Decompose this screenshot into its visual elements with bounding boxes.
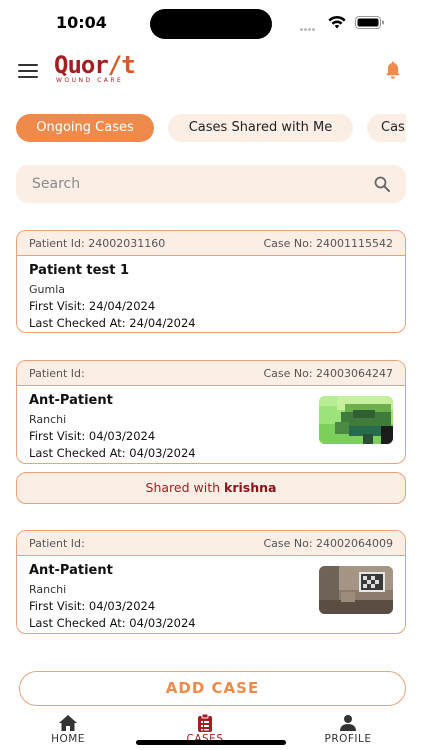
patient-name: Patient test 1 <box>29 263 129 278</box>
patient-location: Gumla <box>29 283 66 296</box>
case-card-header: Patient Id: Case No: 24003064247 <box>17 361 405 386</box>
patient-id: Patient Id: 24002031160 <box>29 236 166 250</box>
tab-cases-overflow[interactable]: Cas <box>367 114 406 142</box>
nav-profile[interactable]: PROFILE <box>298 714 398 745</box>
patient-id: Patient Id: <box>29 536 85 550</box>
status-time: 10:04 <box>56 13 107 32</box>
shared-with-user: krishna <box>224 480 277 495</box>
home-icon <box>59 715 77 731</box>
last-checked: Last Checked At: 24/04/2024 <box>29 316 196 330</box>
case-card-header: Patient Id: 24002031160 Case No: 2400111… <box>17 231 405 256</box>
hamburger-menu-icon[interactable] <box>18 64 38 78</box>
dynamic-island <box>150 9 272 39</box>
nav-home[interactable]: HOME <box>18 714 118 745</box>
add-case-button[interactable]: ADD CASE <box>19 671 406 706</box>
search-input[interactable] <box>32 165 362 203</box>
battery-icon <box>355 16 384 29</box>
patient-id: Patient Id: <box>29 366 85 380</box>
clipboard-icon <box>198 714 212 732</box>
case-number: Case No: 24003064247 <box>263 366 393 380</box>
case-card-body: Ant-Patient Ranchi First Visit: 04/03/20… <box>17 386 405 462</box>
shared-with-label: Shared with <box>145 480 221 495</box>
wound-image-thumbnail[interactable] <box>319 566 393 614</box>
quorit-logo: Quor/t WOUND CARE <box>54 51 136 84</box>
app-header: Quor/t WOUND CARE <box>0 48 422 92</box>
case-filter-tabs: Ongoing Cases Cases Shared with Me Cas <box>0 114 406 144</box>
case-card-body: Patient test 1 Gumla First Visit: 24/04/… <box>17 256 405 332</box>
case-card[interactable]: Patient Id: Case No: 24002064009 Ant-Pat… <box>16 530 406 634</box>
person-icon <box>340 715 356 731</box>
tab-cases-shared-with-me[interactable]: Cases Shared with Me <box>168 114 353 142</box>
case-card-header: Patient Id: Case No: 24002064009 <box>17 531 405 556</box>
case-card[interactable]: Patient Id: Case No: 24003064247 Ant-Pat… <box>16 360 406 464</box>
last-checked: Last Checked At: 04/03/2024 <box>29 446 196 460</box>
case-card-body: Ant-Patient Ranchi First Visit: 04/03/20… <box>17 556 405 632</box>
wifi-icon <box>328 15 346 29</box>
notification-bell-icon[interactable] <box>384 61 402 81</box>
nav-home-label: HOME <box>51 733 85 745</box>
nav-profile-label: PROFILE <box>324 733 372 745</box>
first-visit: First Visit: 24/04/2024 <box>29 299 156 313</box>
case-number: Case No: 24002064009 <box>263 536 393 550</box>
last-checked: Last Checked At: 04/03/2024 <box>29 616 196 630</box>
search-bar <box>16 165 406 203</box>
status-bar: 10:04 <box>0 0 422 48</box>
cellular-signal-icon <box>300 16 322 31</box>
search-icon[interactable] <box>374 176 390 192</box>
case-card[interactable]: Patient Id: 24002031160 Case No: 2400111… <box>16 230 406 333</box>
tab-ongoing-cases[interactable]: Ongoing Cases <box>16 114 154 142</box>
shared-with-bar[interactable]: Shared with krishna <box>16 472 406 504</box>
wound-image-thumbnail[interactable] <box>319 396 393 444</box>
home-indicator <box>136 740 286 745</box>
case-number: Case No: 24001115542 <box>263 236 393 250</box>
